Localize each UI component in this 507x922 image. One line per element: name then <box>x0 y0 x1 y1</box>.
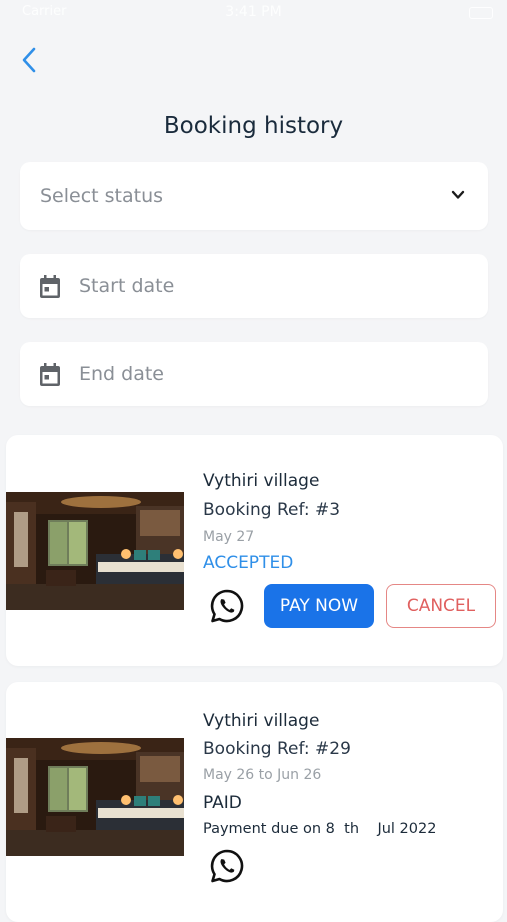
hotel-room-image <box>6 492 184 610</box>
whatsapp-icon[interactable] <box>209 848 245 884</box>
back-button[interactable] <box>14 44 44 76</box>
booking-card[interactable]: Vythiri village Booking Ref: #29 May 26 … <box>6 682 503 922</box>
calendar-icon <box>40 363 60 386</box>
battery-icon <box>469 7 493 19</box>
hotel-name: Vythiri village <box>203 471 320 491</box>
booking-info: Vythiri village <box>203 711 319 731</box>
booking-dates: May 26 to Jun 26 <box>203 767 322 783</box>
hotel-room-image <box>6 738 184 856</box>
booking-status: ACCEPTED <box>203 553 294 573</box>
status-select-placeholder: Select status <box>40 185 164 207</box>
pay-now-button[interactable]: PAY NOW <box>264 584 374 628</box>
booking-info: Vythiri village <box>203 471 319 491</box>
start-date-field[interactable]: Start date <box>20 254 488 318</box>
chevron-down-icon <box>451 190 465 199</box>
status-bar: Carrier 3:41 PM <box>0 0 507 28</box>
booking-ref: Booking Ref: #3 <box>203 500 341 520</box>
cancel-button[interactable]: CANCEL <box>386 584 496 628</box>
booking-card[interactable]: Vythiri village Booking Ref: #3 May 27 A… <box>6 435 503 666</box>
page-title: Booking history <box>163 113 344 139</box>
booking-ref: Booking Ref: #29 <box>203 739 351 759</box>
status-select[interactable]: Select status <box>20 162 488 230</box>
payment-due-text: Payment due on 8 th Jul 2022 <box>203 821 437 837</box>
end-date-placeholder: End date <box>79 363 164 385</box>
booking-dates: May 27 <box>203 529 255 545</box>
chevron-left-icon <box>22 47 36 73</box>
booking-status: PAID <box>203 793 242 813</box>
end-date-field[interactable]: End date <box>20 342 488 406</box>
calendar-icon <box>40 275 60 298</box>
whatsapp-icon[interactable] <box>209 588 245 624</box>
start-date-placeholder: Start date <box>79 275 175 297</box>
hotel-name: Vythiri village <box>203 711 320 731</box>
status-time: 3:41 PM <box>225 4 282 20</box>
